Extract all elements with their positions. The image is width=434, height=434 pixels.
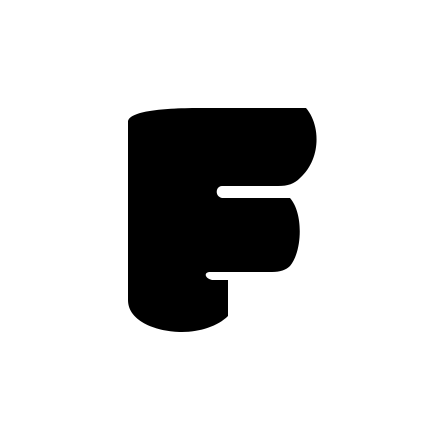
logo-canvas (0, 0, 434, 434)
f-glyph-shape (128, 108, 317, 332)
letter-f-logo-icon (128, 108, 317, 332)
